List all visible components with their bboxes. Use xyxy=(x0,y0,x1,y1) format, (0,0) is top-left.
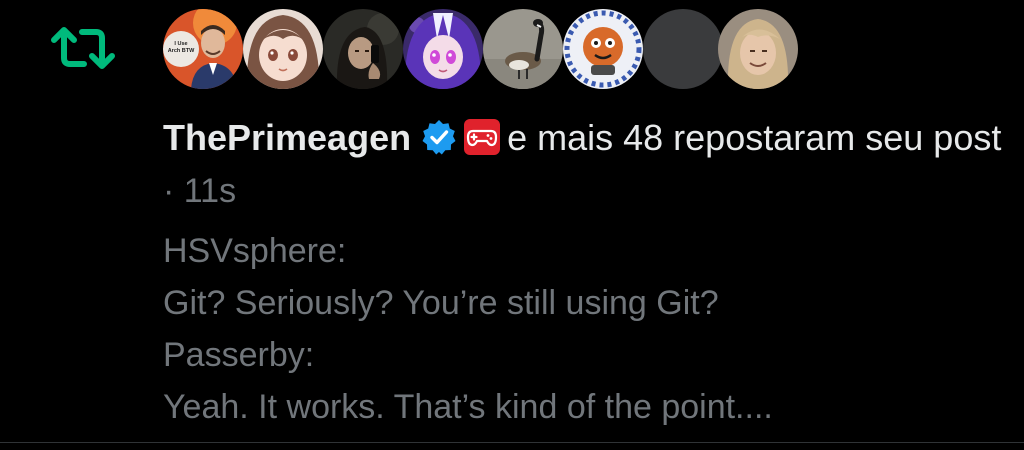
avatar-7[interactable] xyxy=(643,9,723,89)
avatar-3[interactable] xyxy=(323,9,403,89)
username-link[interactable]: ThePrimeagen xyxy=(163,117,411,158)
avatar-6[interactable] xyxy=(563,9,643,89)
verified-badge-icon xyxy=(421,117,457,155)
divider xyxy=(0,442,1024,443)
post-line-4: Yeah. It works. That’s kind of the point… xyxy=(163,388,773,426)
timestamp[interactable]: 11s xyxy=(184,172,236,210)
notification-content: ThePrimeagen e mais 48 repostaram seu po… xyxy=(163,112,1003,433)
avatar-caption-line1: I Use xyxy=(174,41,187,47)
avatar-2[interactable] xyxy=(243,9,323,89)
avatar-8[interactable] xyxy=(718,9,798,89)
repost-icon xyxy=(50,22,116,74)
repost-notification[interactable]: I Use Arch BTW ThePrimeagen e mais 48 re… xyxy=(0,0,1024,442)
post-preview[interactable]: HSVsphere: Git? Seriously? You’re still … xyxy=(163,225,1003,433)
post-line-1: HSVsphere: xyxy=(163,232,347,270)
post-line-3: Passerby: xyxy=(163,336,315,374)
action-text: e mais 48 repostaram seu post xyxy=(507,117,1002,158)
gamepad-icon xyxy=(463,118,501,156)
avatar-4[interactable] xyxy=(403,9,483,89)
avatar-5[interactable] xyxy=(483,9,563,89)
avatar-caption-line2: Arch BTW xyxy=(168,48,195,54)
post-line-2: Git? Seriously? You’re still using Git? xyxy=(163,284,719,322)
avatar-1[interactable]: I Use Arch BTW xyxy=(163,9,243,89)
notification-headline: ThePrimeagen e mais 48 repostaram seu po… xyxy=(163,112,1003,217)
separator-dot: · xyxy=(163,172,175,210)
